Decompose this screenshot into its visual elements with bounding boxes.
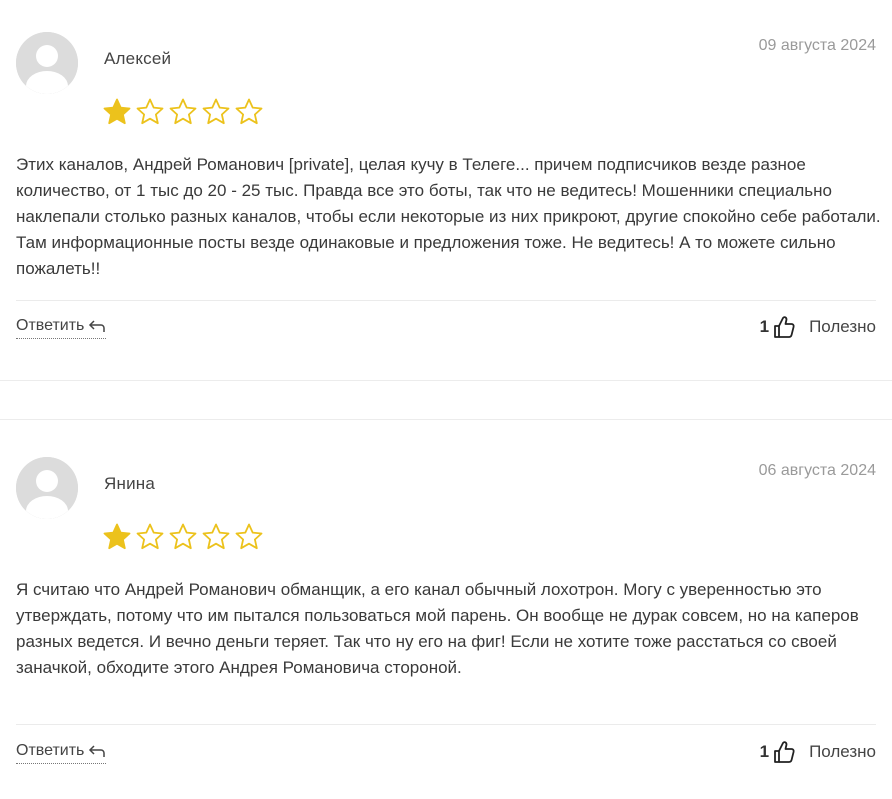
reply-label: Ответить xyxy=(16,317,85,334)
review-separator xyxy=(0,419,892,420)
reply-arrow-icon xyxy=(89,320,106,332)
divider xyxy=(16,724,876,725)
useful-label[interactable]: Полезно xyxy=(809,317,876,337)
star-icon xyxy=(202,523,230,550)
rating-stars xyxy=(102,522,264,552)
star-icon xyxy=(136,98,164,125)
reply-button[interactable]: Ответить xyxy=(16,742,107,764)
user-silhouette-icon xyxy=(16,32,78,94)
review-date: 06 августа 2024 xyxy=(758,462,876,479)
rating-stars xyxy=(102,97,264,127)
like-area: 1 Полезно xyxy=(760,740,876,764)
reply-label: Ответить xyxy=(16,742,85,759)
review-date: 09 августа 2024 xyxy=(758,37,876,54)
like-area: 1 Полезно xyxy=(760,315,876,339)
review-text: Я считаю что Андрей Романович обманщик, … xyxy=(16,580,859,677)
divider xyxy=(16,300,876,301)
star-icon xyxy=(202,98,230,125)
user-silhouette-icon xyxy=(16,457,78,519)
reply-button[interactable]: Ответить xyxy=(16,317,107,339)
star-icon xyxy=(169,523,197,550)
review-card: Янина 06 августа 2024 Я считаю что Андре… xyxy=(0,425,892,799)
star-icon xyxy=(235,98,263,125)
useful-label[interactable]: Полезно xyxy=(809,742,876,762)
avatar xyxy=(16,457,78,519)
like-count: 1 xyxy=(759,317,770,336)
star-icon xyxy=(235,523,263,550)
thumbs-up-icon[interactable] xyxy=(773,740,795,764)
review-card: Алексей 09 августа 2024 Этих каналов, Ан… xyxy=(0,0,892,380)
star-icon xyxy=(169,98,197,125)
thumbs-up-icon[interactable] xyxy=(773,315,795,339)
review-separator xyxy=(0,380,892,381)
like-count: 1 xyxy=(759,742,770,761)
avatar xyxy=(16,32,78,94)
review-author: Алексей xyxy=(104,49,172,68)
star-icon xyxy=(103,523,131,550)
review-author: Янина xyxy=(104,474,156,493)
star-icon xyxy=(103,98,131,125)
reply-arrow-icon xyxy=(89,745,106,757)
star-icon xyxy=(136,523,164,550)
review-text: Этих каналов, Андрей Романович [private]… xyxy=(16,155,881,278)
